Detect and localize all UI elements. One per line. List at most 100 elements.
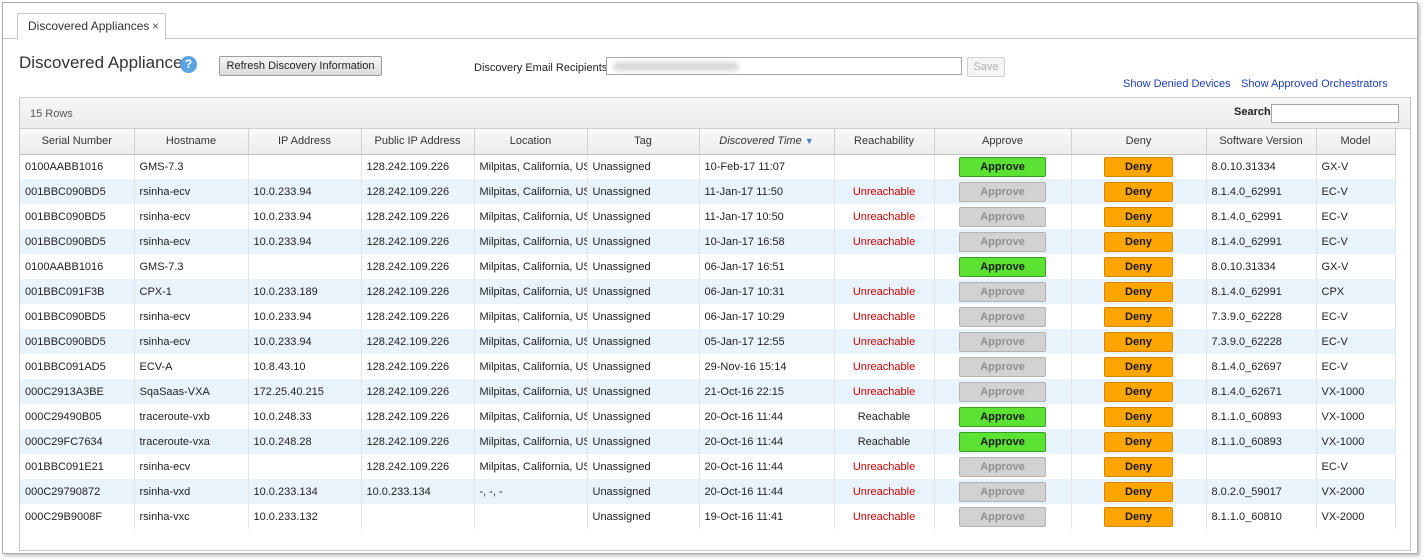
table-row[interactable]: 000C2913A3BE SqaSaas-VXA 172.25.40.215 128.… [20, 379, 1396, 404]
tag-cell: Unassigned [587, 504, 700, 529]
table-row[interactable]: 001BBC090BD5 rsinha-ecv 10.0.233.94 128.242… [20, 179, 1396, 204]
table-row[interactable]: 000C29B9008F rsinha-vxc 10.0.233.132 Unassi… [20, 504, 1396, 529]
col-ip-address[interactable]: IP Address [248, 129, 362, 155]
col-serial-number[interactable]: Serial Number [20, 129, 135, 155]
col-public-ip-address[interactable]: Public IP Address [361, 129, 475, 155]
public-ip-cell: 128.242.109.226 [361, 204, 475, 229]
table-row[interactable]: 001BBC091F3B CPX-1 10.0.233.189 128.242.109… [20, 279, 1396, 304]
software-version-cell: 8.0.10.31334 [1206, 254, 1317, 279]
serial-cell: 001BBC090BD5 [20, 229, 135, 254]
approve-cell: Approve [934, 229, 1072, 254]
table-row[interactable]: 001BBC091E21 rsinha-ecv 128.242.109.226 Mil… [20, 454, 1396, 479]
table-row[interactable]: 001BBC090BD5 rsinha-ecv 10.0.233.94 128.242… [20, 304, 1396, 329]
serial-cell: 0100AABB1016 [20, 254, 135, 279]
tag-cell: Unassigned [587, 479, 700, 504]
ip-cell: 10.0.233.94 [248, 179, 362, 204]
deny-button[interactable]: Deny [1104, 306, 1173, 327]
col-reachability[interactable]: Reachability [834, 129, 935, 155]
deny-button[interactable]: Deny [1104, 281, 1173, 302]
appliances-table: Serial Number Hostname IP Address Public… [20, 129, 1396, 529]
tag-cell: Unassigned [587, 154, 700, 179]
reachability-cell: Reachable [834, 429, 935, 454]
tag-cell: Unassigned [587, 229, 700, 254]
approve-button[interactable]: Approve [959, 256, 1046, 277]
table-row[interactable]: 001BBC090BD5 rsinha-ecv 10.0.233.94 128.242… [20, 329, 1396, 354]
col-hostname[interactable]: Hostname [134, 129, 249, 155]
public-ip-cell: 128.242.109.226 [361, 229, 475, 254]
discovered-time-cell: 20-Oct-16 11:44 [699, 404, 835, 429]
search-input[interactable] [1271, 104, 1399, 123]
deny-cell: Deny [1071, 354, 1207, 379]
deny-button[interactable]: Deny [1104, 156, 1173, 177]
location-cell: Milpitas, California, US [474, 379, 588, 404]
reachability-cell [834, 154, 935, 179]
deny-button[interactable]: Deny [1104, 406, 1173, 427]
deny-button[interactable]: Deny [1104, 231, 1173, 252]
app-window: Discovered Appliances × Discovered Appli… [2, 2, 1418, 554]
software-version-cell: 8.1.1.0_60893 [1206, 429, 1317, 454]
col-software-version[interactable]: Software Version [1206, 129, 1317, 155]
location-cell: -, -, - [474, 479, 588, 504]
col-deny[interactable]: Deny [1071, 129, 1207, 155]
approve-cell: Approve [934, 429, 1072, 454]
table-row[interactable]: 001BBC090BD5 rsinha-ecv 10.0.233.94 128.242… [20, 204, 1396, 229]
approve-button[interactable]: Approve [959, 156, 1046, 177]
email-recipients-input[interactable] [606, 57, 962, 75]
table-row[interactable]: 000C29FC7634 traceroute-vxa 10.0.248.28 128… [20, 429, 1396, 454]
location-cell: Milpitas, California, US [474, 404, 588, 429]
tag-cell: Unassigned [587, 354, 700, 379]
col-model[interactable]: Model [1316, 129, 1396, 155]
location-cell: Milpitas, California, US [474, 229, 588, 254]
ip-cell: 10.0.233.94 [248, 329, 362, 354]
deny-button[interactable]: Deny [1104, 206, 1173, 227]
table-row[interactable]: 0100AABB1016 GMS-7.3 128.242.109.226 Milpit… [20, 154, 1396, 179]
reachability-cell [834, 254, 935, 279]
close-icon[interactable]: × [152, 19, 159, 33]
col-approve[interactable]: Approve [934, 129, 1072, 155]
refresh-discovery-button[interactable]: Refresh Discovery Information [219, 56, 382, 76]
table-row[interactable]: 0100AABB1016 GMS-7.3 128.242.109.226 Milpit… [20, 254, 1396, 279]
show-denied-devices-link[interactable]: Show Denied Devices [1123, 78, 1231, 90]
serial-cell: 001BBC091E21 [20, 454, 135, 479]
deny-cell: Deny [1071, 329, 1207, 354]
software-version-cell: 8.0.2.0_59017 [1206, 479, 1317, 504]
deny-button[interactable]: Deny [1104, 381, 1173, 402]
deny-cell: Deny [1071, 379, 1207, 404]
approve-button[interactable]: Approve [959, 431, 1046, 452]
model-cell: EC-V [1316, 329, 1396, 354]
deny-button[interactable]: Deny [1104, 506, 1173, 527]
search-label: Search [1234, 106, 1271, 118]
table-row[interactable]: 001BBC090BD5 rsinha-ecv 10.0.233.94 128.242… [20, 229, 1396, 254]
col-location[interactable]: Location [474, 129, 588, 155]
deny-button[interactable]: Deny [1104, 331, 1173, 352]
tab-discovered-appliances[interactable]: Discovered Appliances × [17, 13, 166, 40]
location-cell: Milpitas, California, US [474, 329, 588, 354]
approve-button[interactable]: Approve [959, 406, 1046, 427]
deny-button[interactable]: Deny [1104, 256, 1173, 277]
reachability-cell: Unreachable [834, 354, 935, 379]
discovered-time-cell: 10-Feb-17 11:07 [699, 154, 835, 179]
deny-button[interactable]: Deny [1104, 481, 1173, 502]
col-tag[interactable]: Tag [587, 129, 700, 155]
ip-cell: 10.0.233.134 [248, 479, 362, 504]
discovered-time-cell: 20-Oct-16 11:44 [699, 429, 835, 454]
ip-cell: 10.0.233.94 [248, 304, 362, 329]
col-discovered-time[interactable]: Discovered Time ▼ [699, 129, 835, 155]
help-icon[interactable]: ? [180, 56, 197, 73]
show-approved-orchestrators-link[interactable]: Show Approved Orchestrators [1241, 78, 1388, 90]
deny-button[interactable]: Deny [1104, 431, 1173, 452]
page-title: Discovered Appliances [19, 53, 191, 72]
save-button[interactable]: Save [967, 57, 1005, 77]
table-row[interactable]: 000C29790872 rsinha-vxd 10.0.233.134 10.0.2… [20, 479, 1396, 504]
deny-button[interactable]: Deny [1104, 456, 1173, 477]
model-cell: GX-V [1316, 254, 1396, 279]
deny-button[interactable]: Deny [1104, 181, 1173, 202]
discovered-time-cell: 21-Oct-16 22:15 [699, 379, 835, 404]
public-ip-cell [361, 504, 475, 529]
public-ip-cell: 128.242.109.226 [361, 179, 475, 204]
deny-cell: Deny [1071, 304, 1207, 329]
deny-button[interactable]: Deny [1104, 356, 1173, 377]
table-row[interactable]: 001BBC091AD5 ECV-A 10.8.43.10 128.242.109.2… [20, 354, 1396, 379]
table-row[interactable]: 000C29490B05 traceroute-vxb 10.0.248.33 128… [20, 404, 1396, 429]
ip-cell: 10.0.248.33 [248, 404, 362, 429]
